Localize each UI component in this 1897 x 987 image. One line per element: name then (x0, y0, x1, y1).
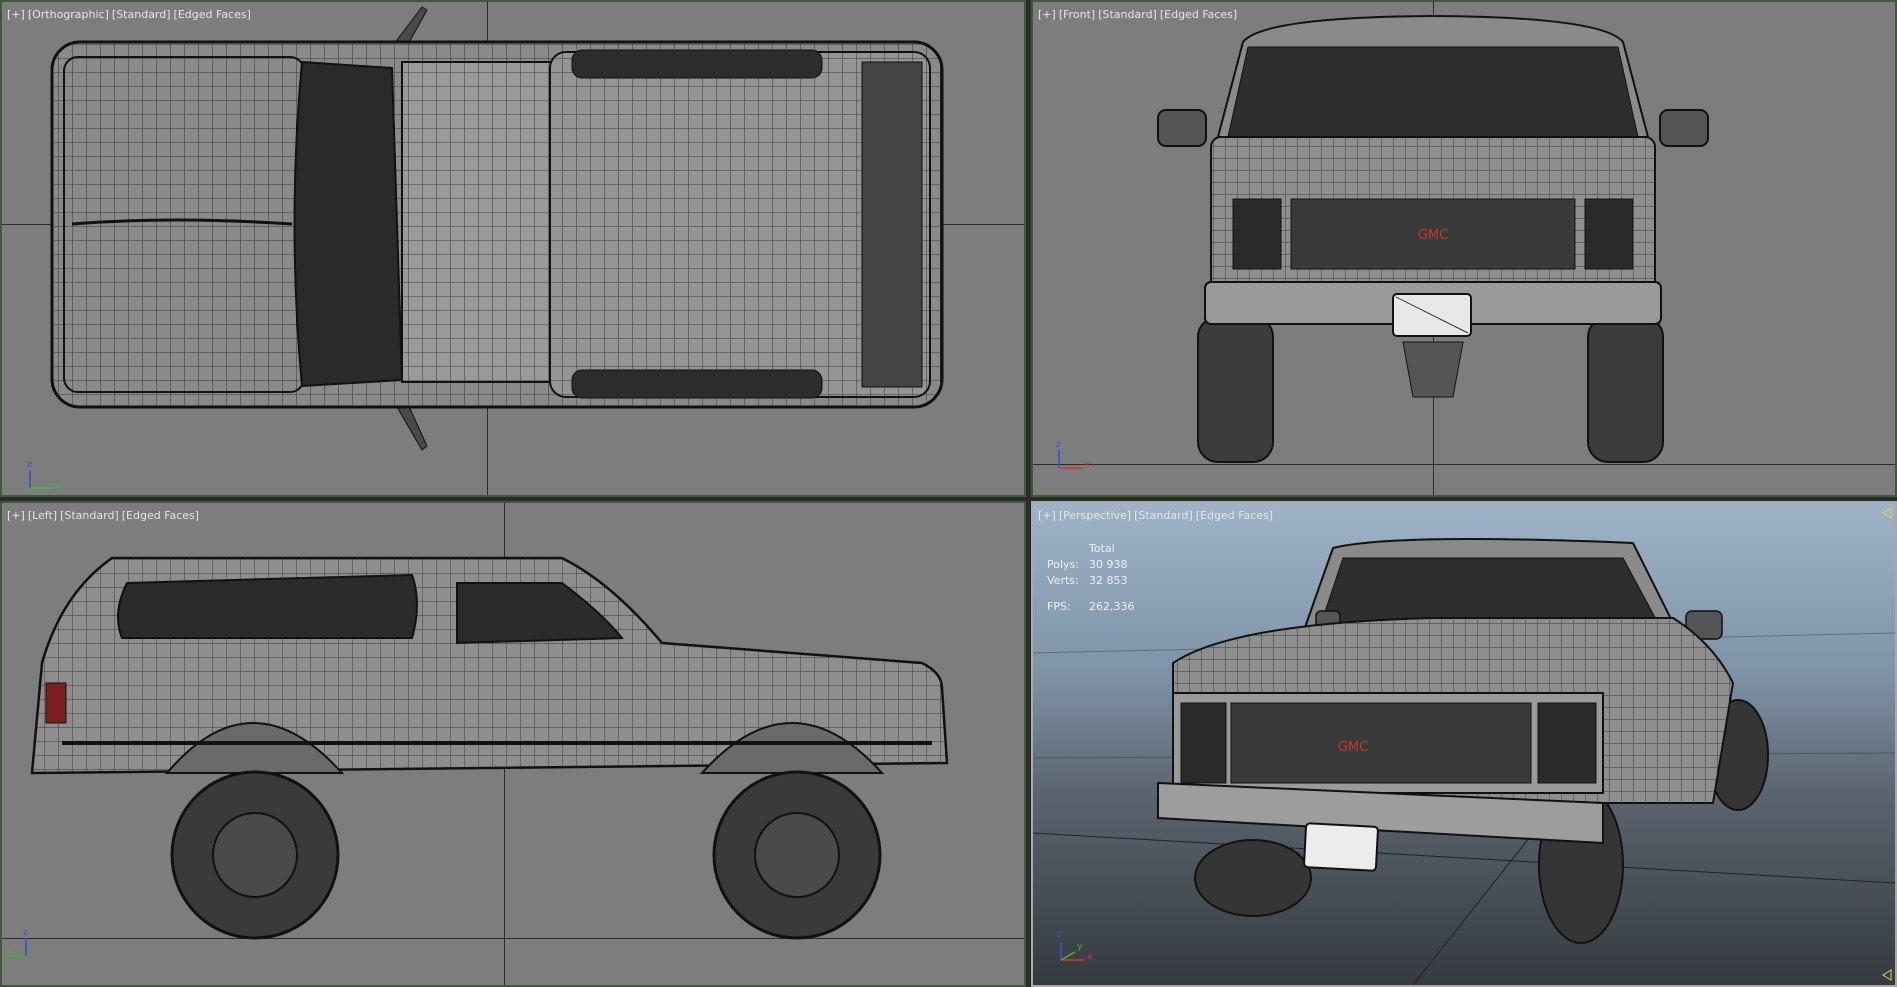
axis-gizmo: z y (26, 460, 66, 494)
stats-polys-value: 30 938 (1089, 558, 1128, 571)
viewport-menu-plus[interactable]: [+] (7, 8, 25, 21)
viewport-view-mode[interactable]: [Front] (1059, 8, 1095, 21)
viewport-front[interactable]: GMC [+] [Front] [Standard] [Edged Faces] z … (1031, 0, 1897, 497)
viewport-scroll-down-icon[interactable] (1881, 969, 1893, 981)
viewport-display-mode[interactable]: [Edged Faces] (174, 8, 251, 21)
stats-header: Total (1089, 542, 1115, 555)
axis-gizmo: z y (8, 928, 48, 962)
viewport-shading-mode[interactable]: [Standard] (1134, 509, 1193, 522)
axis-label-y: y (1077, 942, 1083, 952)
truck-front-wireframe[interactable]: GMC (1033, 2, 1895, 495)
viewport-display-mode[interactable]: [Edged Faces] (1160, 8, 1237, 21)
viewport-shading-mode[interactable]: [Standard] (112, 8, 171, 21)
truck-top-wireframe[interactable] (2, 2, 1024, 495)
axis-label-z: z (23, 928, 28, 938)
grille-logo: GMC (1338, 740, 1368, 755)
axis-label-z: z (27, 460, 32, 470)
stats-verts-label: Verts: (1047, 574, 1079, 587)
viewport-view-mode[interactable]: [Perspective] (1059, 509, 1131, 522)
viewport-display-mode[interactable]: [Edged Faces] (1196, 509, 1273, 522)
truck-side-wireframe[interactable] (2, 503, 1024, 985)
axis-label-x: x (1087, 952, 1093, 962)
stats-fps-value: 262,336 (1089, 600, 1135, 613)
axis-gizmo: z x y (1053, 930, 1099, 968)
axis-label-y: y (8, 948, 14, 958)
viewport-display-mode[interactable]: [Edged Faces] (122, 509, 199, 522)
stats-verts-value: 32 853 (1089, 574, 1128, 587)
grille-logo: GMC (1418, 228, 1448, 243)
scene-statistics: Total Polys: 30 938 Verts: 32 853 FPS: 262,… (1047, 541, 1135, 615)
viewport-perspective[interactable]: GMC [+] [Perspective] [Standard] [Edged Fac… (1031, 501, 1897, 987)
axis-label-x: x (1085, 460, 1091, 470)
axis-gizmo: z x (1055, 440, 1095, 474)
truck-perspective-wireframe[interactable]: GMC (1033, 503, 1895, 985)
stats-polys-label: Polys: (1047, 558, 1079, 571)
viewport-left[interactable]: [+] [Left] [Standard] [Edged Faces] z y (0, 501, 1026, 987)
viewport-scroll-up-icon[interactable] (1881, 507, 1893, 519)
viewport-top-label[interactable]: [+] [Orthographic] [Standard] [Edged Faces] (7, 8, 254, 21)
viewport-top[interactable]: [+] [Orthographic] [Standard] [Edged Faces]… (0, 0, 1026, 497)
viewport-menu-plus[interactable]: [+] (7, 509, 25, 522)
viewport-menu-plus[interactable]: [+] (1038, 8, 1056, 21)
viewport-shading-mode[interactable]: [Standard] (60, 509, 119, 522)
viewport-perspective-label[interactable]: [+] [Perspective] [Standard] [Edged Faces] (1038, 509, 1276, 522)
viewport-view-mode[interactable]: [Left] (28, 509, 57, 522)
axis-label-z: z (1056, 440, 1061, 450)
viewport-left-label[interactable]: [+] [Left] [Standard] [Edged Faces] (7, 509, 202, 522)
viewport-shading-mode[interactable]: [Standard] (1098, 8, 1157, 21)
viewport-front-label[interactable]: [+] [Front] [Standard] [Edged Faces] (1038, 8, 1240, 21)
axis-label-z: z (1057, 930, 1062, 940)
viewport-view-mode[interactable]: [Orthographic] (28, 8, 109, 21)
stats-fps-label: FPS: (1047, 600, 1071, 613)
axis-label-y: y (56, 480, 62, 490)
viewport-menu-plus[interactable]: [+] (1038, 509, 1056, 522)
